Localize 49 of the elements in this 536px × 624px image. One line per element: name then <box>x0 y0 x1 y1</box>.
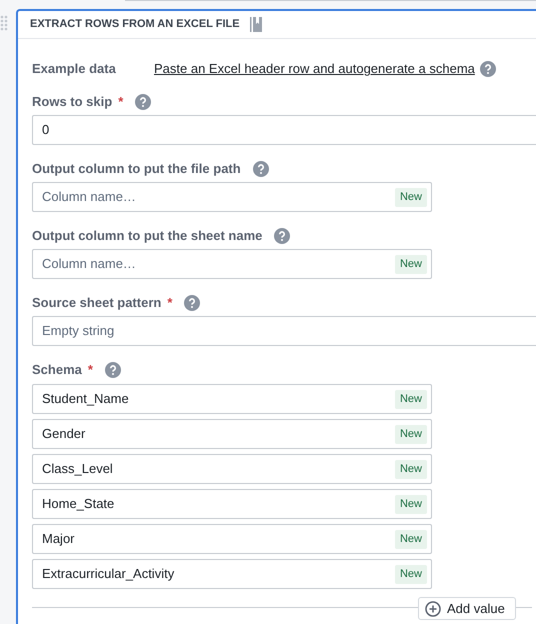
help-icon[interactable] <box>184 295 200 311</box>
input-field[interactable]: Major New <box>32 524 432 554</box>
field-value: Major <box>42 530 75 548</box>
new-badge: New <box>394 188 427 206</box>
field-placeholder: Column name… <box>42 188 136 206</box>
field-value: Home_State <box>42 495 114 514</box>
new-badge: New <box>394 424 427 444</box>
input-field[interactable]: Gender New <box>32 419 432 449</box>
input-field[interactable]: Class_Level New <box>32 454 432 484</box>
add-value-button[interactable]: Add value <box>418 597 516 620</box>
field-placeholder: Empty string <box>42 322 114 340</box>
input-field[interactable]: Column name… New <box>32 182 432 212</box>
field-value: Class_Level <box>42 460 113 478</box>
required-mark: * <box>167 294 172 312</box>
input-field[interactable]: Home_State New <box>32 489 432 519</box>
input-field[interactable]: Extracurricular_Activity New <box>32 559 432 589</box>
help-icon[interactable] <box>480 61 496 77</box>
file-icon <box>250 16 263 33</box>
help-icon[interactable] <box>274 228 290 244</box>
required-mark: * <box>88 361 93 380</box>
input-field[interactable]: Student_Name New <box>32 384 432 414</box>
field-placeholder: Column name… <box>42 255 136 274</box>
help-icon[interactable] <box>135 94 152 110</box>
field-value: Extracurricular_Activity <box>42 565 174 584</box>
new-badge: New <box>394 390 427 408</box>
new-badge: New <box>394 564 427 584</box>
field-label: Source sheet pattern <box>32 294 162 312</box>
field-label: Output column to put the sheet name <box>32 227 262 246</box>
new-badge: New <box>394 530 427 548</box>
new-badge: New <box>394 494 427 514</box>
card-title: EXTRACT ROWS FROM AN EXCEL FILE <box>30 17 240 32</box>
drag-handle-icon[interactable] <box>0 15 8 31</box>
field-value: Gender <box>42 425 86 444</box>
help-icon[interactable] <box>252 161 269 177</box>
required-mark: * <box>118 93 124 112</box>
new-badge: New <box>394 460 427 478</box>
plus-circle-icon <box>425 600 441 616</box>
help-icon[interactable] <box>104 362 121 378</box>
field-label: Output column to put the file path <box>32 160 241 178</box>
field-value: 0 <box>42 121 50 140</box>
input-field[interactable]: Empty string <box>32 316 536 346</box>
field-label: Rows to skip <box>32 93 112 112</box>
input-field[interactable]: 0 <box>32 115 536 145</box>
field-label: Schema <box>32 361 82 380</box>
field-value: Student_Name <box>42 390 129 408</box>
example-data-label: Example data <box>32 60 117 78</box>
paste-header-link[interactable]: Paste an Excel header row and autogenerate a schema <box>154 59 475 79</box>
input-field[interactable]: Column name… New <box>32 249 432 279</box>
new-badge: New <box>394 254 427 274</box>
